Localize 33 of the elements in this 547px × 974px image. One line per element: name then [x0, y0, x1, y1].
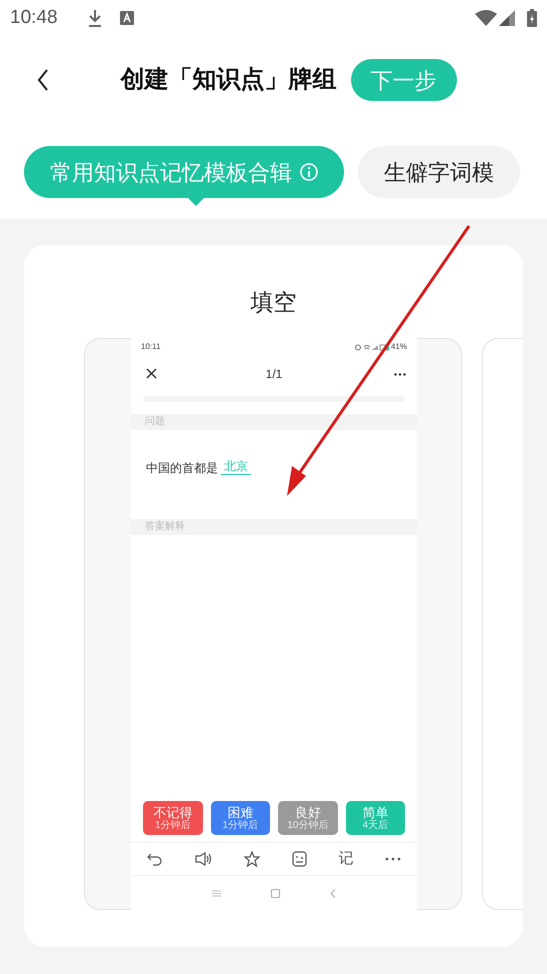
- more-icon[interactable]: [384, 857, 401, 861]
- template-tab[interactable]: 生僻字词模: [358, 146, 520, 198]
- star-icon[interactable]: [244, 851, 260, 867]
- template-tab[interactable]: 常用知识点记忆模板合辑: [24, 146, 344, 198]
- page-title: 创建「知识点」牌组: [120, 65, 336, 95]
- preview-status-time: 10:11: [141, 341, 160, 353]
- grade-button[interactable]: 良好 10分钟后: [278, 801, 338, 835]
- signal-icon: [499, 10, 515, 26]
- battery-icon: [527, 9, 537, 27]
- section-label: 问题: [131, 414, 417, 430]
- close-icon[interactable]: [146, 368, 157, 379]
- grade-button[interactable]: 简单 4天后: [346, 801, 405, 835]
- grade-button[interactable]: 不记得 1分钟后: [143, 801, 202, 835]
- question-text: 中国的首都是: [146, 460, 218, 477]
- status-time: 10:48: [10, 6, 58, 30]
- memo-button[interactable]: 记: [338, 848, 354, 870]
- section-label: 答案解释: [131, 519, 417, 535]
- more-icon[interactable]: [394, 373, 406, 376]
- preview-battery: 41%: [390, 341, 407, 353]
- status-icons: [354, 344, 389, 350]
- template-title: 填空: [250, 288, 298, 317]
- undo-icon[interactable]: [147, 852, 163, 866]
- back-icon[interactable]: [37, 69, 49, 91]
- tab-pointer: [188, 198, 204, 206]
- grade-button[interactable]: 困难 1分钟后: [210, 801, 270, 835]
- note-icon[interactable]: [292, 851, 307, 867]
- speaker-icon[interactable]: [194, 852, 213, 866]
- wifi-icon: [475, 10, 497, 26]
- answer-blank: 北京: [221, 459, 251, 475]
- download-icon: [88, 9, 102, 27]
- keyboard-app-icon: [120, 11, 134, 25]
- preview-counter: 1/1: [266, 366, 282, 383]
- next-button[interactable]: 下一步: [350, 59, 456, 101]
